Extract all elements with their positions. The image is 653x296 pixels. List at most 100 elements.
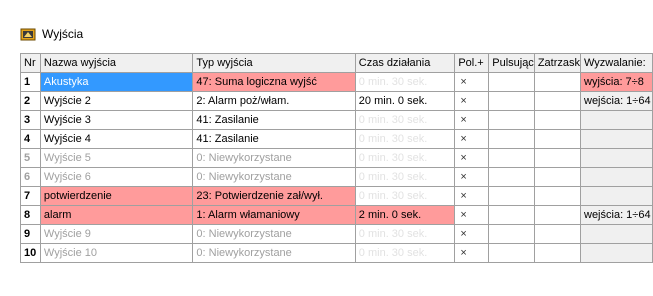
operation-time-cell[interactable]: 0 min. 30 sek. xyxy=(354,148,456,168)
output-type-cell[interactable]: 41: Zasilanie xyxy=(192,110,356,130)
output-type-cell[interactable]: 0: Niewykorzystane xyxy=(192,148,356,168)
trigger-cell[interactable] xyxy=(580,186,653,206)
output-name-cell[interactable]: Wyjście 4 xyxy=(39,129,194,149)
table-row[interactable]: 10 Wyjście 10 0: Niewykorzystane 0 min. … xyxy=(20,243,653,263)
latch-cell[interactable] xyxy=(533,129,582,149)
outputs-grid: Nr Nazwa wyjścia Typ wyjścia Czas działa… xyxy=(20,53,653,263)
trigger-cell[interactable] xyxy=(580,224,653,244)
trigger-cell[interactable]: wyjścia: 7÷8 xyxy=(580,72,653,92)
operation-time-cell[interactable]: 20 min. 0 sek. xyxy=(354,91,456,111)
column-header-latch[interactable]: Zatrzask xyxy=(533,53,582,73)
latch-cell[interactable] xyxy=(533,186,582,206)
latch-cell[interactable] xyxy=(533,72,582,92)
table-row[interactable]: 8 alarm 1: Alarm włamaniowy 2 min. 0 sek… xyxy=(20,205,653,225)
output-type-cell[interactable]: 0: Niewykorzystane xyxy=(192,243,356,263)
output-name-cell[interactable]: Wyjście 2 xyxy=(39,91,194,111)
operation-time-cell[interactable]: 0 min. 30 sek. xyxy=(354,129,456,149)
latch-cell[interactable] xyxy=(533,91,582,111)
window-titlebar: Wyjścia xyxy=(20,22,640,46)
output-type-cell[interactable]: 0: Niewykorzystane xyxy=(192,224,356,244)
table-row[interactable]: 7 potwierdzenie 23: Potwierdzenie zał/wy… xyxy=(20,186,653,206)
latch-cell[interactable] xyxy=(533,224,582,244)
polarity-checkbox[interactable]: × xyxy=(454,243,490,263)
operation-time-cell[interactable]: 0 min. 30 sek. xyxy=(354,224,456,244)
table-row[interactable]: 9 Wyjście 9 0: Niewykorzystane 0 min. 30… xyxy=(20,224,653,244)
column-header-polarity[interactable]: Pol.+ xyxy=(454,53,490,73)
polarity-checkbox[interactable]: × xyxy=(454,167,490,187)
output-name-cell[interactable]: Wyjście 9 xyxy=(39,224,194,244)
row-number: 5 xyxy=(20,148,41,168)
column-header-pulse[interactable]: Pulsując xyxy=(488,53,535,73)
row-number: 2 xyxy=(20,91,41,111)
trigger-cell[interactable] xyxy=(580,167,653,187)
output-name-cell[interactable]: alarm xyxy=(39,205,194,225)
row-number: 3 xyxy=(20,110,41,130)
trigger-cell[interactable] xyxy=(580,110,653,130)
column-header-name[interactable]: Nazwa wyjścia xyxy=(39,53,194,73)
polarity-checkbox[interactable]: × xyxy=(454,110,490,130)
pulse-cell[interactable] xyxy=(488,91,535,111)
row-number: 7 xyxy=(20,186,41,206)
polarity-checkbox[interactable]: × xyxy=(454,148,490,168)
operation-time-cell[interactable]: 2 min. 0 sek. xyxy=(354,205,456,225)
row-number: 8 xyxy=(20,205,41,225)
table-row[interactable]: 2 Wyjście 2 2: Alarm poż/włam. 20 min. 0… xyxy=(20,91,653,111)
row-number: 10 xyxy=(20,243,41,263)
latch-cell[interactable] xyxy=(533,205,582,225)
operation-time-cell[interactable]: 0 min. 30 sek. xyxy=(354,167,456,187)
window-title: Wyjścia xyxy=(42,27,84,41)
column-header-time[interactable]: Czas działania xyxy=(354,53,456,73)
trigger-cell[interactable]: wejścia: 1÷64 xyxy=(580,91,653,111)
operation-time-cell[interactable]: 0 min. 30 sek. xyxy=(354,72,456,92)
latch-cell[interactable] xyxy=(533,148,582,168)
polarity-checkbox[interactable]: × xyxy=(454,205,490,225)
output-type-cell[interactable]: 23: Potwierdzenie zał/wył. xyxy=(192,186,356,206)
latch-cell[interactable] xyxy=(533,243,582,263)
output-name-cell[interactable]: Wyjście 5 xyxy=(39,148,194,168)
output-type-cell[interactable]: 2: Alarm poż/włam. xyxy=(192,91,356,111)
outputs-app-icon xyxy=(20,26,36,42)
latch-cell[interactable] xyxy=(533,110,582,130)
column-header-nr[interactable]: Nr xyxy=(20,53,41,73)
pulse-cell[interactable] xyxy=(488,110,535,130)
table-row[interactable]: 5 Wyjście 5 0: Niewykorzystane 0 min. 30… xyxy=(20,148,653,168)
table-row[interactable]: 1 Akustyka 47: Suma logiczna wyjść 0 min… xyxy=(20,72,653,92)
table-row[interactable]: 6 Wyjście 6 0: Niewykorzystane 0 min. 30… xyxy=(20,167,653,187)
column-header-trigger[interactable]: Wyzwalanie: xyxy=(580,53,653,73)
trigger-cell[interactable] xyxy=(580,129,653,149)
table-row[interactable]: 4 Wyjście 4 41: Zasilanie 0 min. 30 sek.… xyxy=(20,129,653,149)
pulse-cell[interactable] xyxy=(488,167,535,187)
polarity-checkbox[interactable]: × xyxy=(454,72,490,92)
polarity-checkbox[interactable]: × xyxy=(454,91,490,111)
trigger-cell[interactable] xyxy=(580,243,653,263)
pulse-cell[interactable] xyxy=(488,224,535,244)
output-name-cell[interactable]: Wyjście 6 xyxy=(39,167,194,187)
polarity-checkbox[interactable]: × xyxy=(454,186,490,206)
latch-cell[interactable] xyxy=(533,167,582,187)
operation-time-cell[interactable]: 0 min. 30 sek. xyxy=(354,243,456,263)
header-row: Nr Nazwa wyjścia Typ wyjścia Czas działa… xyxy=(20,53,653,73)
table-row[interactable]: 3 Wyjście 3 41: Zasilanie 0 min. 30 sek.… xyxy=(20,110,653,130)
output-name-cell[interactable]: potwierdzenie xyxy=(39,186,194,206)
column-header-type[interactable]: Typ wyjścia xyxy=(192,53,356,73)
pulse-cell[interactable] xyxy=(488,205,535,225)
output-name-cell[interactable]: Akustyka xyxy=(39,72,194,92)
trigger-cell[interactable]: wejścia: 1÷64 xyxy=(580,205,653,225)
row-number: 6 xyxy=(20,167,41,187)
polarity-checkbox[interactable]: × xyxy=(454,224,490,244)
output-type-cell[interactable]: 47: Suma logiczna wyjść xyxy=(192,72,356,92)
output-type-cell[interactable]: 1: Alarm włamaniowy xyxy=(192,205,356,225)
output-name-cell[interactable]: Wyjście 10 xyxy=(39,243,194,263)
pulse-cell[interactable] xyxy=(488,72,535,92)
output-name-cell[interactable]: Wyjście 3 xyxy=(39,110,194,130)
pulse-cell[interactable] xyxy=(488,186,535,206)
operation-time-cell[interactable]: 0 min. 30 sek. xyxy=(354,110,456,130)
output-type-cell[interactable]: 41: Zasilanie xyxy=(192,129,356,149)
pulse-cell[interactable] xyxy=(488,243,535,263)
pulse-cell[interactable] xyxy=(488,129,535,149)
polarity-checkbox[interactable]: × xyxy=(454,129,490,149)
pulse-cell[interactable] xyxy=(488,148,535,168)
output-type-cell[interactable]: 0: Niewykorzystane xyxy=(192,167,356,187)
trigger-cell[interactable] xyxy=(580,148,653,168)
operation-time-cell[interactable]: 0 min. 30 sek. xyxy=(354,186,456,206)
